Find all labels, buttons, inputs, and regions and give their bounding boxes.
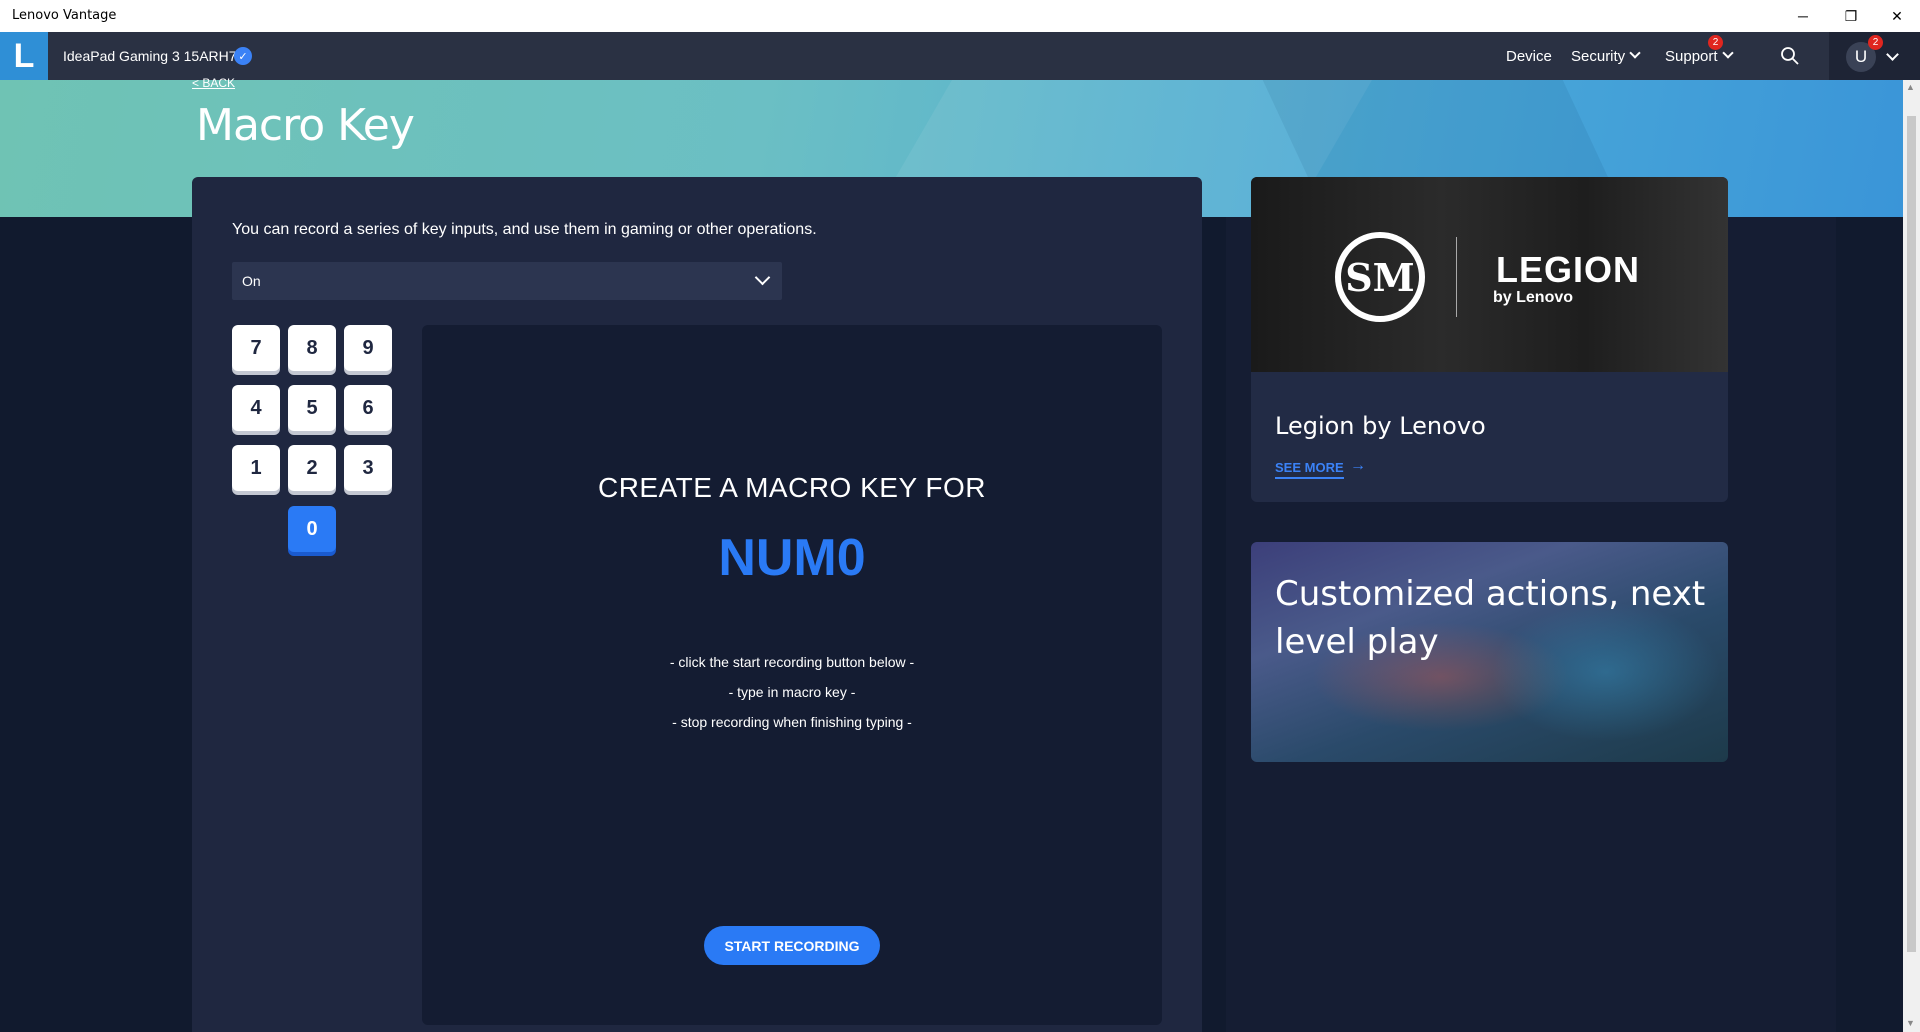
chevron-down-icon (1721, 47, 1734, 59)
nav-support[interactable]: Support (1665, 47, 1734, 65)
start-recording-button[interactable]: START RECORDING (704, 926, 880, 965)
chevron-down-icon (754, 269, 771, 286)
key-3[interactable]: 3 (344, 445, 392, 491)
nav-security[interactable]: Security (1571, 47, 1641, 65)
key-8[interactable]: 8 (288, 325, 336, 371)
verified-icon: ✓ (234, 47, 252, 65)
scroll-down-icon[interactable]: ▼ (1906, 1018, 1915, 1028)
legion-logo-subtext: by Lenovo (1493, 289, 1574, 306)
macro-description: You can record a series of key inputs, a… (232, 221, 817, 238)
maximize-button[interactable]: ❐ (1828, 0, 1874, 32)
key-5[interactable]: 5 (288, 385, 336, 431)
scroll-up-icon[interactable]: ▲ (1906, 82, 1915, 92)
instruction-text: - stop recording when finishing typing - (672, 714, 912, 730)
close-button[interactable]: ✕ (1874, 0, 1920, 32)
lenovo-logo[interactable]: L (0, 32, 48, 80)
minimize-button[interactable]: ─ (1780, 0, 1826, 32)
selected-key-name: NUM0 (718, 529, 866, 587)
device-name: IdeaPad Gaming 3 15ARH7 (63, 48, 237, 64)
key-4[interactable]: 4 (232, 385, 280, 431)
key-6[interactable]: 6 (344, 385, 392, 431)
logo-divider (1456, 237, 1457, 317)
macro-toggle-dropdown[interactable]: On (232, 262, 782, 300)
legion-banner-image: SM LEGION by Lenovo (1251, 177, 1728, 372)
arrow-right-icon[interactable]: → (1350, 457, 1366, 475)
search-icon[interactable] (1780, 46, 1800, 66)
promo-card-title: Customized actions, next level play (1275, 574, 1706, 662)
instruction-text: - type in macro key - (728, 684, 856, 700)
nav-device[interactable]: Device (1506, 48, 1552, 65)
key-7[interactable]: 7 (232, 325, 280, 371)
promo-card[interactable]: Customized actions, next level play (1251, 542, 1728, 762)
page-title: Macro Key (196, 100, 415, 151)
key-0[interactable]: 0 (288, 506, 336, 552)
user-notification-badge: 2 (1868, 35, 1883, 50)
legion-card-title: Legion by Lenovo (1275, 412, 1486, 440)
logo-letter: L (13, 36, 35, 75)
tsm-logo: SM (1335, 232, 1425, 322)
scrollbar-thumb[interactable] (1907, 116, 1916, 952)
key-2[interactable]: 2 (288, 445, 336, 491)
key-9[interactable]: 9 (344, 325, 392, 371)
support-notification-badge: 2 (1708, 35, 1723, 50)
top-navigation: L IdeaPad Gaming 3 15ARH7 ✓ Device Secur… (0, 32, 1920, 80)
legion-card[interactable]: SM LEGION by Lenovo (1251, 177, 1728, 502)
nav-support-label: Support (1665, 48, 1718, 65)
key-1[interactable]: 1 (232, 445, 280, 491)
macro-record-area (422, 325, 1162, 1025)
instruction-text: - click the start recording button below… (669, 654, 915, 670)
back-link[interactable]: < BACK (192, 76, 235, 90)
see-more-link[interactable]: SEE MORE (1275, 460, 1344, 479)
window-titlebar: Lenovo Vantage ─ ❐ ✕ (0, 0, 1920, 32)
window-title: Lenovo Vantage (12, 8, 117, 23)
nav-security-label: Security (1571, 48, 1626, 65)
chevron-down-icon (1629, 47, 1641, 59)
create-macro-heading: CREATE A MACRO KEY FOR (597, 472, 987, 503)
legion-logo-text: LEGION (1496, 249, 1641, 290)
dropdown-value: On (242, 273, 261, 289)
